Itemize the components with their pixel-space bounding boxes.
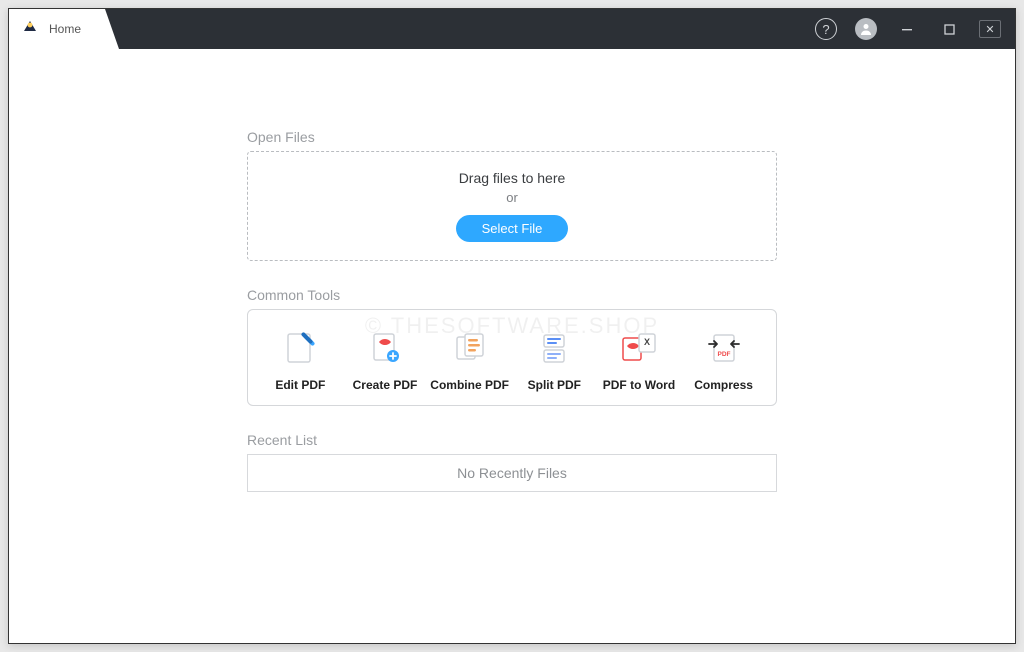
tool-label: Combine PDF — [430, 378, 510, 393]
tool-label: Edit PDF — [260, 378, 340, 393]
recent-section: Recent List No Recently Files — [247, 432, 777, 492]
select-file-button[interactable]: Select File — [456, 215, 569, 242]
tool-label: Create PDF — [345, 378, 425, 393]
recent-heading: Recent List — [247, 432, 777, 448]
titlebar-controls: ? ✕ — [815, 9, 1015, 49]
open-files-section: Open Files Drag files to here or Select … — [247, 129, 777, 261]
file-dropzone[interactable]: Drag files to here or Select File — [247, 151, 777, 261]
tools-container: Edit PDF Create PDF — [247, 309, 777, 406]
close-button[interactable]: ✕ — [979, 20, 1001, 38]
maximize-button[interactable] — [937, 17, 961, 41]
open-files-heading: Open Files — [247, 129, 777, 145]
common-tools-heading: Common Tools — [247, 287, 777, 303]
tool-label: PDF to Word — [599, 378, 679, 393]
tool-edit-pdf[interactable]: Edit PDF — [260, 328, 340, 393]
tab-home-label: Home — [49, 22, 81, 36]
main-content: Open Files Drag files to here or Select … — [9, 49, 1015, 643]
tool-pdf-to-word[interactable]: X PDF to Word — [599, 328, 679, 393]
titlebar: Home ? ✕ — [9, 9, 1015, 49]
tool-combine-pdf[interactable]: Combine PDF — [430, 328, 510, 393]
app-logo-icon — [19, 18, 41, 40]
common-tools-section: Common Tools Edit PDF — [247, 287, 777, 406]
compress-icon: PDF — [704, 328, 744, 368]
user-avatar-icon[interactable] — [855, 18, 877, 40]
tool-create-pdf[interactable]: Create PDF — [345, 328, 425, 393]
dropzone-or: or — [258, 190, 766, 205]
tool-compress[interactable]: PDF Compress — [684, 328, 764, 393]
recent-empty: No Recently Files — [247, 454, 777, 492]
edit-pdf-icon — [280, 328, 320, 368]
dropzone-text: Drag files to here — [258, 170, 766, 186]
svg-text:PDF: PDF — [717, 351, 730, 358]
help-icon[interactable]: ? — [815, 18, 837, 40]
tool-label: Compress — [684, 378, 764, 393]
split-pdf-icon — [534, 328, 574, 368]
combine-pdf-icon — [450, 328, 490, 368]
tool-label: Split PDF — [514, 378, 594, 393]
tab-home[interactable]: Home — [9, 9, 119, 49]
minimize-button[interactable] — [895, 17, 919, 41]
tool-split-pdf[interactable]: Split PDF — [514, 328, 594, 393]
pdf-to-word-icon: X — [619, 328, 659, 368]
create-pdf-icon — [365, 328, 405, 368]
svg-text:X: X — [644, 337, 650, 347]
app-window: Home ? ✕ Open Files Drag files to here o… — [8, 8, 1016, 644]
